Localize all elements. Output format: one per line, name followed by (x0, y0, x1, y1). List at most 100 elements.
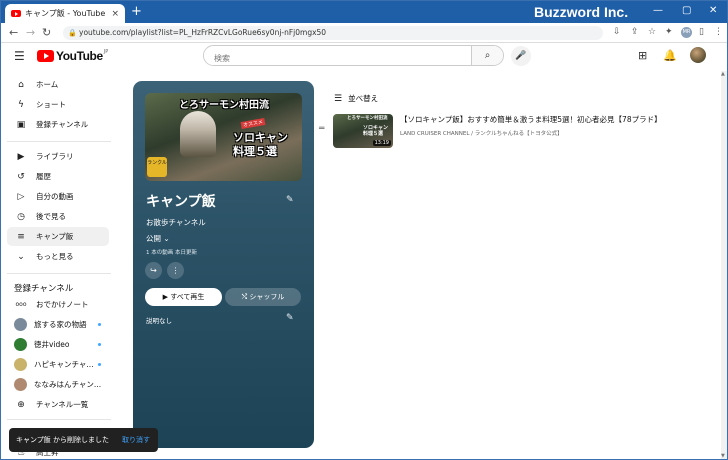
sidebar-sub-tokui[interactable]: 徳井video (7, 335, 109, 354)
sidebar-sub-hapican[interactable]: ハピキャンチャ... (7, 355, 109, 374)
thumbnail-badge: オススメ (240, 117, 266, 130)
sidebar-item-label: もっと見る (36, 252, 74, 261)
your-videos-icon: ▷ (17, 191, 25, 202)
close-window-button[interactable]: ✕ (709, 5, 717, 16)
chevron-down-icon: ⌄ (163, 234, 170, 243)
tab-title: キャンプ飯 - YouTube (25, 9, 106, 18)
browser-window: キャンプ飯 - YouTube × + Buzzword Inc. — ▢ ✕ … (0, 0, 728, 460)
profile-avatar[interactable]: MR (681, 27, 692, 38)
playlist-thumbnail[interactable]: とろサーモン村田流 オススメ ソロキャン 料理５選 ランクル (145, 93, 302, 181)
new-tab-button[interactable]: + (131, 5, 142, 19)
sidebar-item-shorts[interactable]: ϟ ショート (7, 95, 109, 114)
channel-avatar (14, 318, 27, 331)
scroll-up-icon[interactable]: ▲ (721, 71, 725, 77)
tab-bar: キャンプ飯 - YouTube × + Buzzword Inc. — ▢ ✕ (1, 1, 727, 23)
video-thumbnail[interactable]: とろサーモン村田流 ソロキャン 料理５選 13:19 (333, 114, 393, 148)
bookmark-star-icon[interactable]: ☆ (648, 27, 656, 37)
drag-handle-icon[interactable]: ═ (319, 124, 324, 134)
sidebar-item-all-channels[interactable]: ⊕ チャンネル一覧 (7, 395, 109, 414)
sidebar-item-library[interactable]: ▶ ライブラリ (7, 147, 109, 166)
browser-menu-icon[interactable]: ⋮ (714, 27, 723, 37)
video-duration: 13:19 (372, 140, 391, 146)
scroll-down-icon[interactable]: ▼ (721, 453, 725, 459)
subscriptions-icon: ▣ (16, 119, 26, 130)
sort-button[interactable]: ☰ 並べ替え (334, 93, 378, 104)
thumbnail-caption: とろサーモン村田流 (347, 116, 388, 121)
playlist-description: 説明なし (146, 317, 172, 325)
sidebar: ⌂ ホーム ϟ ショート ▣ 登録チャンネル ▶ ライブラリ ↺ 履歴 ▷ 自分… (1, 71, 118, 459)
search-button[interactable]: ⌕ (471, 46, 503, 65)
extensions-icon[interactable]: ✦ (665, 27, 673, 37)
library-icon: ▶ (17, 151, 25, 162)
sidebar-item-your-videos[interactable]: ▷ 自分の動画 (7, 187, 109, 206)
edit-title-pencil-icon[interactable]: ✎ (286, 195, 294, 205)
playlist-owner[interactable]: お散歩チャンネル (146, 217, 206, 228)
maximize-button[interactable]: ▢ (682, 5, 691, 16)
voice-search-icon[interactable]: 🎤 (511, 46, 531, 66)
split-view-icon[interactable]: ▯ (699, 27, 704, 37)
shuffle-button[interactable]: ⤭ シャッフル (225, 288, 301, 306)
more-actions-icon[interactable]: ⋮ (167, 262, 184, 279)
privacy-label: 公開 (146, 234, 161, 243)
new-content-dot (98, 323, 101, 326)
edit-description-pencil-icon[interactable]: ✎ (286, 313, 294, 323)
share-icon[interactable]: ⇪ (631, 27, 639, 37)
youtube-favicon-icon (11, 10, 21, 17)
scrollbar[interactable]: ▲ ▼ (721, 71, 727, 459)
sidebar-item-label: チャンネル一覧 (36, 400, 89, 409)
sidebar-item-show-more[interactable]: ⌄ もっと見る (7, 247, 109, 266)
minimize-button[interactable]: — (653, 5, 663, 16)
playlist-card: とろサーモン村田流 オススメ ソロキャン 料理５選 ランクル キャンプ飯 ✎ お散… (133, 81, 314, 448)
install-icon[interactable]: ⇩ (613, 27, 621, 37)
sidebar-item-watch-later[interactable]: ◷ 後で見る (7, 207, 109, 226)
sidebar-item-playlist-camp[interactable]: ≡ キャンプ飯 (7, 227, 109, 246)
reload-icon[interactable]: ↻ (42, 26, 51, 39)
shorts-icon: ϟ (18, 99, 24, 110)
logo-text: YouTube (56, 49, 103, 63)
menu-icon[interactable]: ☰ (14, 49, 25, 63)
sidebar-sub-nanami[interactable]: ななみはんチャン... (7, 375, 109, 394)
subscriptions-heading: 登録チャンネル (14, 284, 74, 294)
undo-button[interactable]: 取り消す (122, 435, 150, 445)
sidebar-item-label: ハピキャンチャ... (34, 360, 94, 369)
back-icon[interactable]: ← (9, 26, 18, 39)
share-playlist-icon[interactable]: ↪ (145, 262, 162, 279)
privacy-dropdown[interactable]: 公開 ⌄ (146, 233, 170, 244)
youtube-logo[interactable]: YouTube JP (37, 49, 108, 63)
play-all-button[interactable]: ▶ すべて再生 (145, 288, 222, 306)
sidebar-item-home[interactable]: ⌂ ホーム (7, 75, 109, 94)
list-item[interactable]: ═ とろサーモン村田流 ソロキャン 料理５選 13:19 【ソロキャンプ飯】おす… (319, 112, 719, 150)
address-bar: ← → ↻ 🔒 youtube.com/playlist?list=PL_HzF… (1, 23, 727, 43)
create-icon[interactable]: ⊞ (638, 49, 647, 62)
lock-icon: 🔒 (68, 29, 77, 37)
channel-avatar (14, 358, 27, 371)
video-title[interactable]: 【ソロキャンプ飯】おすすめ簡単＆激うま料理5選！初心者必見【78プラド】 (400, 114, 662, 125)
tab-close-icon[interactable]: × (111, 9, 119, 19)
url-field[interactable]: 🔒 youtube.com/playlist?list=PL_HzFrRZCvL… (63, 26, 603, 40)
sidebar-item-label: ショート (36, 100, 66, 109)
thumbnail-brand-logo: ランクル (147, 157, 167, 177)
search-input[interactable] (204, 49, 469, 65)
sidebar-item-subscriptions[interactable]: ▣ 登録チャンネル (7, 115, 109, 134)
new-content-dot (98, 363, 101, 366)
sidebar-item-history[interactable]: ↺ 履歴 (7, 167, 109, 186)
sidebar-item-label: 登録チャンネル (36, 120, 89, 129)
notifications-icon[interactable]: 🔔 (663, 49, 677, 62)
sidebar-sub-tabisuru[interactable]: 旅する家の物語 (7, 315, 109, 334)
search-box: ⌕ (203, 45, 504, 66)
browser-tab[interactable]: キャンプ飯 - YouTube × (5, 4, 125, 23)
sidebar-item-label: 履歴 (36, 172, 51, 181)
sidebar-item-label: 後で見る (36, 212, 66, 221)
channel-avatar-icon: ooo (15, 301, 27, 308)
account-avatar[interactable] (690, 47, 706, 63)
watermark: Buzzword Inc. (534, 4, 629, 20)
snackbar-toast: キャンプ飯 から削除しました 取り消す (9, 428, 158, 452)
divider (7, 273, 111, 274)
sidebar-sub-odekake[interactable]: ooo おでかけノート (7, 295, 109, 314)
new-content-dot (98, 343, 101, 346)
video-channel[interactable]: LAND CRUISER CHANNEL / ランクルちゃんねる【トヨタ公式】 (400, 129, 563, 137)
forward-icon[interactable]: → (26, 26, 35, 39)
sidebar-item-label: 徳井video (34, 340, 70, 349)
logo-region: JP (103, 49, 109, 55)
divider (7, 419, 111, 420)
